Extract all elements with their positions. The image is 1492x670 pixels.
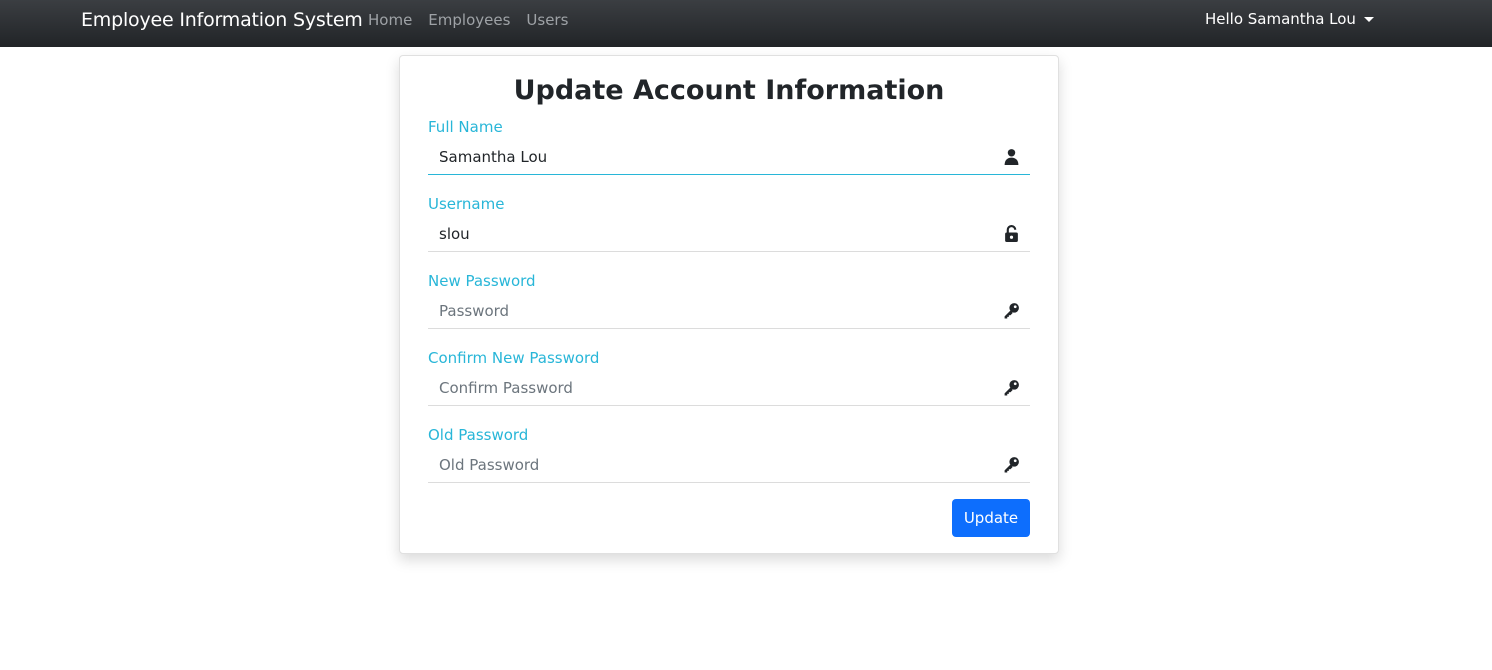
caret-down-icon bbox=[1363, 16, 1374, 22]
username-group: Username bbox=[428, 195, 1030, 265]
confirm-password-input[interactable] bbox=[428, 370, 1030, 406]
full-name-group: Full Name bbox=[428, 118, 1030, 188]
update-button[interactable]: Update bbox=[952, 499, 1030, 537]
key-icon bbox=[1004, 303, 1019, 319]
navbar: Employee Information System Home Employe… bbox=[0, 0, 1492, 47]
new-password-group: New Password bbox=[428, 272, 1030, 342]
username-label: Username bbox=[428, 195, 505, 213]
user-menu-dropdown[interactable]: Hello Samantha Lou bbox=[1205, 10, 1374, 28]
confirm-password-group: Confirm New Password bbox=[428, 349, 1030, 419]
old-password-input[interactable] bbox=[428, 447, 1030, 483]
full-name-input[interactable] bbox=[428, 139, 1030, 175]
new-password-label: New Password bbox=[428, 272, 536, 290]
key-icon bbox=[1004, 380, 1019, 396]
old-password-group: Old Password bbox=[428, 426, 1030, 496]
unlock-icon bbox=[1005, 225, 1018, 242]
user-greeting: Hello Samantha Lou bbox=[1205, 10, 1356, 28]
navbar-brand[interactable]: Employee Information System bbox=[81, 9, 363, 31]
confirm-password-label: Confirm New Password bbox=[428, 349, 600, 367]
update-account-card: Update Account Information Full Name Use… bbox=[399, 55, 1059, 554]
key-icon bbox=[1004, 457, 1019, 473]
user-icon bbox=[1004, 149, 1019, 165]
nav-link-users[interactable]: Users bbox=[526, 11, 568, 29]
page-title: Update Account Information bbox=[513, 75, 945, 106]
new-password-input[interactable] bbox=[428, 293, 1030, 329]
nav-link-employees[interactable]: Employees bbox=[428, 11, 510, 29]
old-password-label: Old Password bbox=[428, 426, 529, 444]
full-name-label: Full Name bbox=[428, 118, 503, 136]
nav-link-home[interactable]: Home bbox=[368, 11, 412, 29]
username-input[interactable] bbox=[428, 216, 1030, 252]
nav-links: Home Employees Users bbox=[368, 11, 584, 29]
